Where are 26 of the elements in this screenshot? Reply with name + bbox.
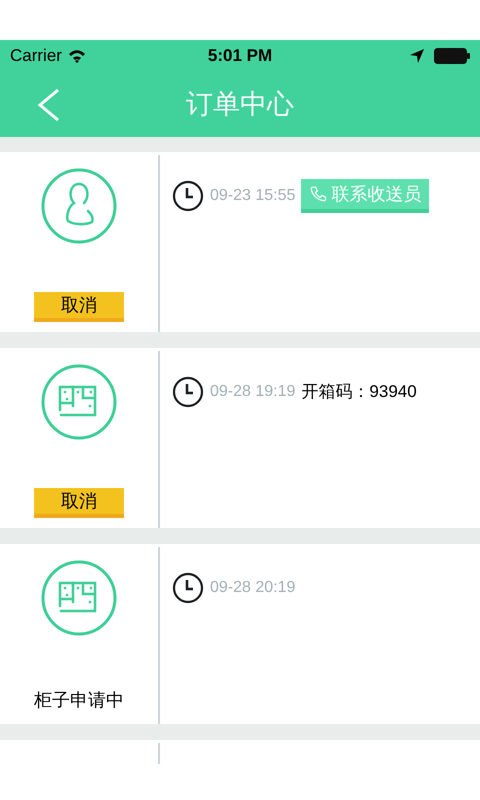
clock-time: 5:01 PM — [208, 45, 272, 68]
order-time: 09-28 19:19 — [210, 382, 296, 402]
locker-icon — [40, 363, 118, 441]
status-text: 柜子申请中 — [34, 689, 124, 712]
order-card[interactable]: 柜子申请中 09-28 20:19 — [0, 544, 480, 724]
back-icon — [36, 88, 60, 122]
clock-icon — [172, 180, 204, 212]
order-card[interactable] — [0, 740, 480, 764]
page-title: 订单中心 — [186, 88, 294, 122]
clock-icon — [172, 376, 204, 408]
order-card[interactable]: 取消 09-28 19:19 开箱码：93940 — [0, 348, 480, 528]
order-time: 09-23 15:55 — [210, 186, 296, 206]
back-button[interactable] — [36, 86, 62, 122]
wifi-icon — [68, 49, 86, 63]
cancel-button[interactable]: 取消 — [34, 292, 124, 322]
order-card[interactable]: 取消 09-23 15:55 联系收送员 — [0, 152, 480, 332]
locker-icon — [40, 559, 118, 637]
battery-icon — [434, 48, 470, 64]
order-time: 09-28 20:19 — [210, 578, 296, 598]
phone-icon — [309, 185, 328, 203]
clock-icon — [172, 572, 204, 604]
carrier-label: Carrier — [10, 45, 62, 68]
cancel-button[interactable]: 取消 — [34, 488, 124, 518]
person-icon — [40, 167, 118, 245]
location-arrow-icon — [410, 49, 424, 63]
unlock-code: 开箱码：93940 — [301, 381, 417, 404]
